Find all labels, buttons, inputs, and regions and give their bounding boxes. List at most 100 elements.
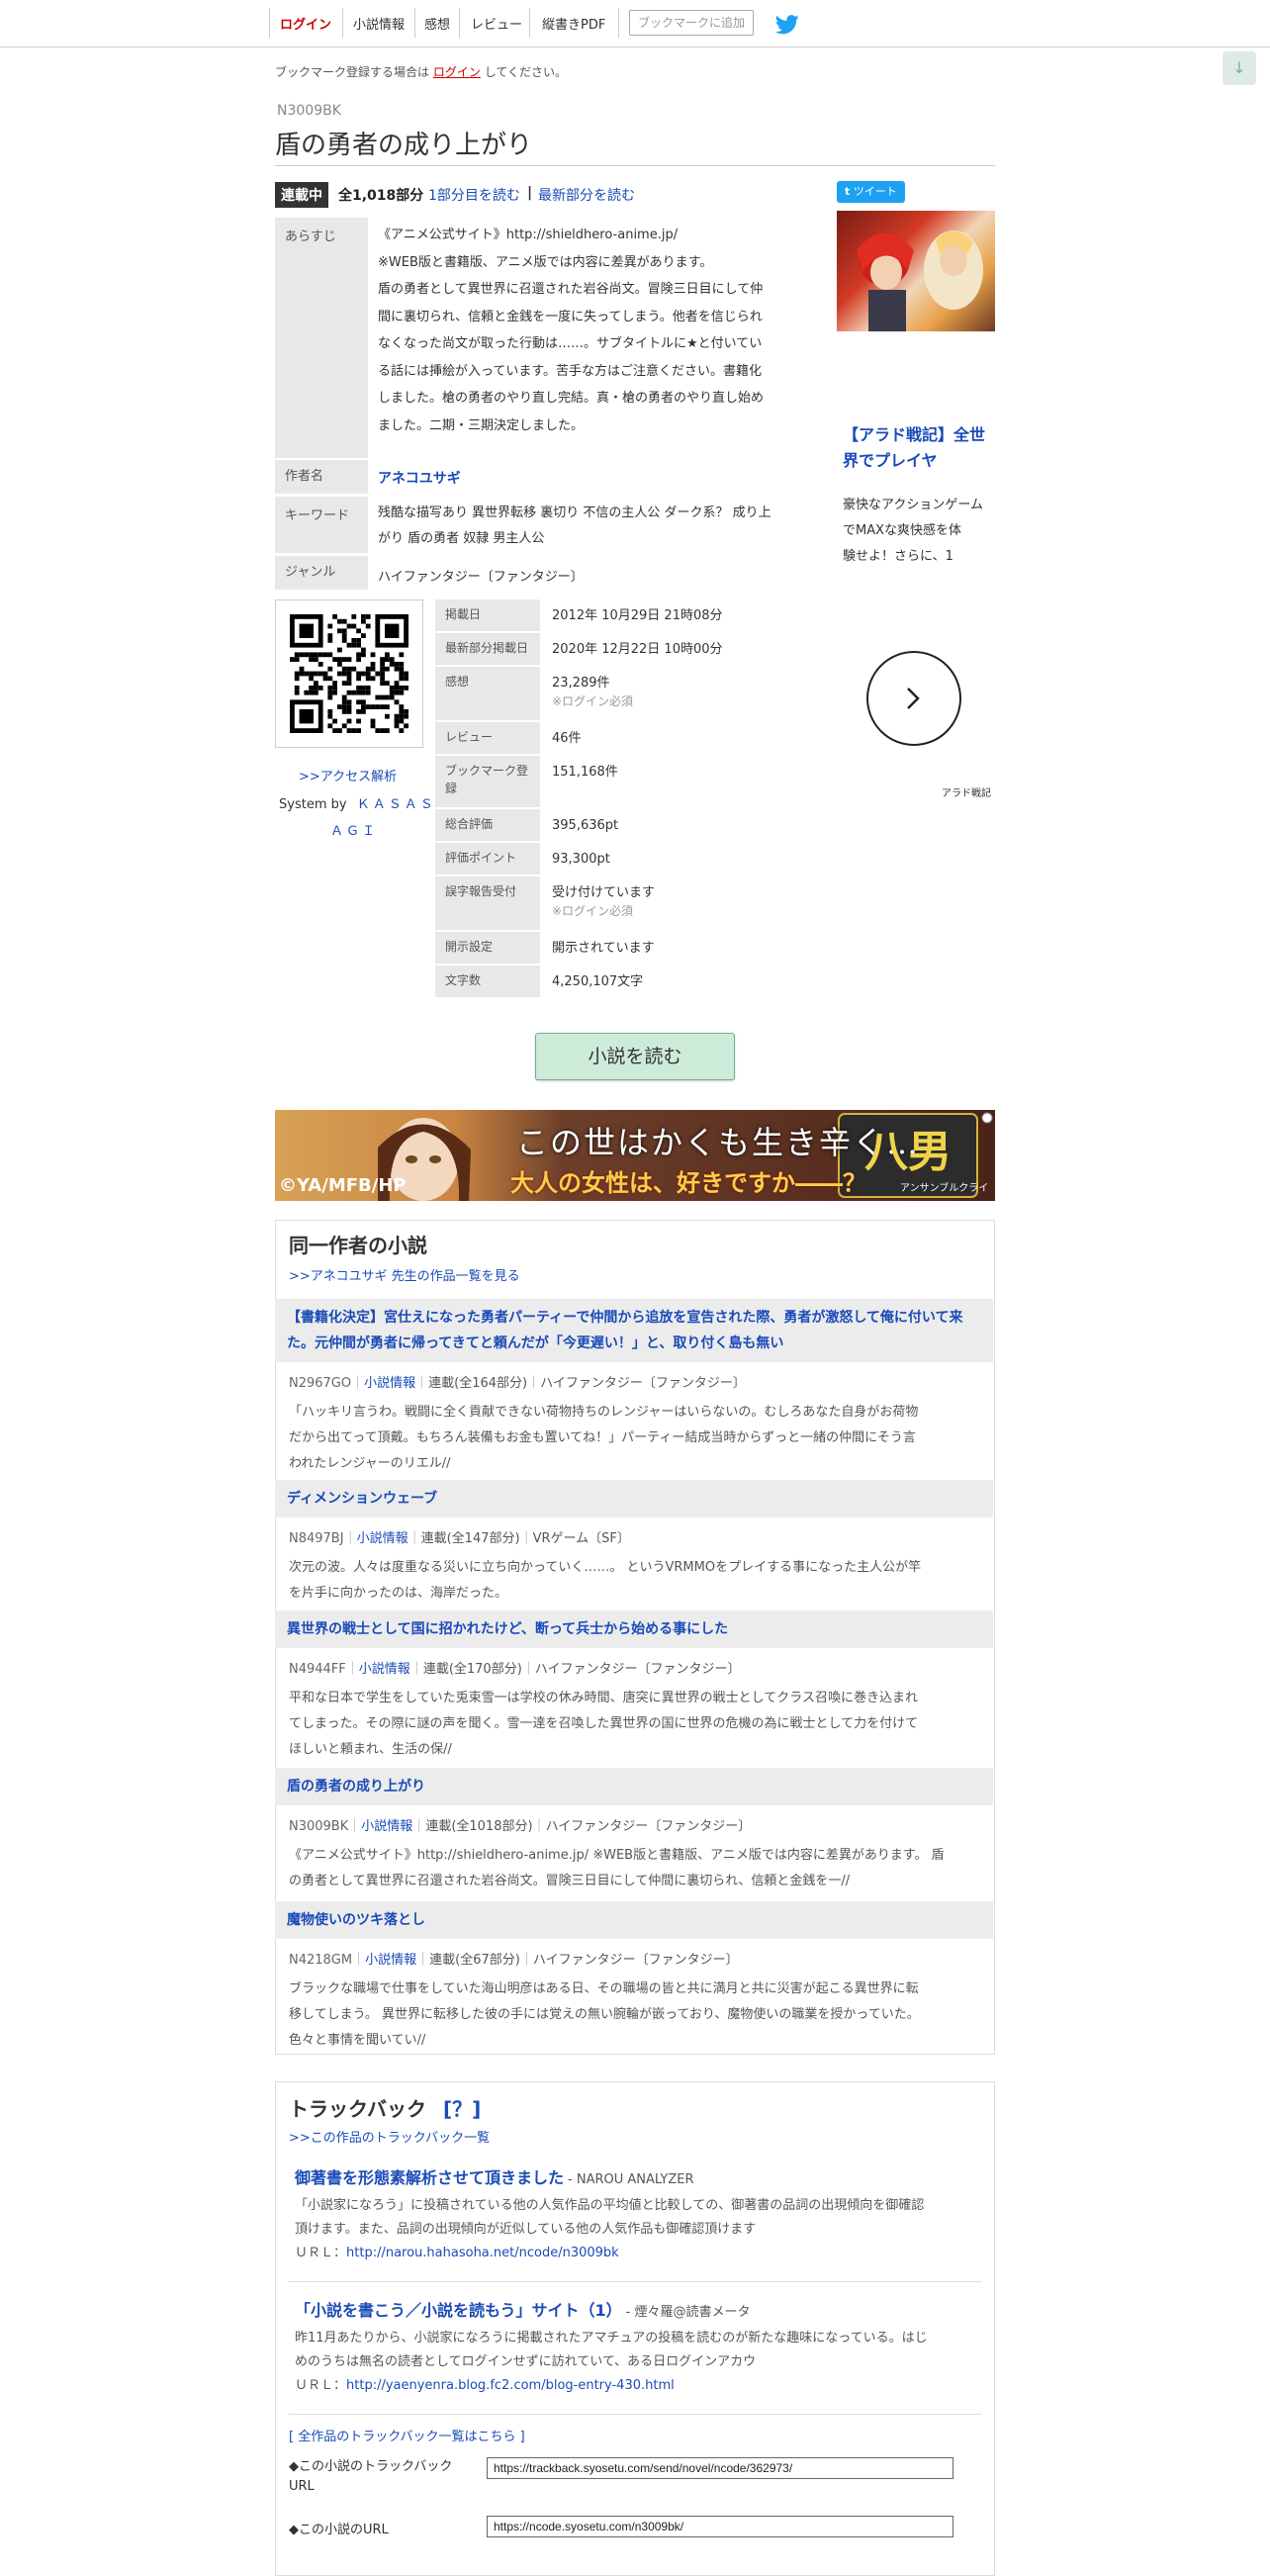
author-novel-title[interactable]: 魔物使いのツキ落とし <box>275 1901 993 1939</box>
author-label: 作者名 <box>275 460 368 494</box>
read-latest-link[interactable]: 最新部分を読む <box>538 185 635 205</box>
meta-separator: ｜ <box>416 1953 430 1968</box>
synopsis-line: 間に裏切られ、信頼と金銭を一度に失ってしまう。他者を信じられ <box>378 309 763 324</box>
top-nav: ログイン 小説情報 感想 レビュー 縦書きPDF ブックマークに追加 <box>0 0 1270 47</box>
trackback-source: - NAROU ANALYZER <box>568 2172 694 2187</box>
novel-info-link[interactable]: 小説情報 <box>364 1376 415 1391</box>
novel-code: N8497BJ <box>289 1531 344 1546</box>
link-separator: | <box>527 185 533 201</box>
novel-info-link[interactable]: 小説情報 <box>365 1953 416 1968</box>
author-link[interactable]: アネコユサギ <box>378 468 461 488</box>
same-author-heading: 同一作者の小説 <box>289 1234 427 1257</box>
novel-desc-line: 平和な日本で学生をしていた兎束雪一は学校の休み時間、唐突に異世界の戦士としてクラ… <box>289 1691 918 1705</box>
read-first-link[interactable]: 1部分目を読む <box>428 185 520 205</box>
novel-title-line: ディメンションウェーブ <box>287 1491 438 1507</box>
scroll-arrow-icon[interactable]: ↓ <box>1223 51 1256 85</box>
trackback-entry-title: 御著書を形態素解析させて頂きました - NAROU ANALYZER <box>295 2164 694 2188</box>
novel-info-link[interactable]: 小説情報 <box>361 1819 412 1834</box>
author-novel-title[interactable]: 盾の勇者の成り上がり <box>275 1768 993 1805</box>
twitter-icon[interactable] <box>775 15 799 35</box>
trackback-entry-title: 「小説を書こう／小説を読もう」サイト（1） - 煙々羅@読書メータ <box>295 2297 750 2321</box>
ad-title-link[interactable]: 【アラド戦記】全世界でプレイヤ <box>843 422 991 474</box>
novel-info-link[interactable]: 小説情報 <box>357 1531 408 1546</box>
qr-code-icon <box>290 614 408 733</box>
nav-novel-info[interactable]: 小説情報 <box>353 14 405 33</box>
ad-desc-line: でMAXな爽快感を体 <box>843 523 962 538</box>
stat-label: 最新部分掲載日 <box>435 633 540 665</box>
novel-url-label: ◆この小説のURL <box>289 2523 389 2537</box>
trackback-desc-line: めのうちは無名の読者としてログインせずに訪れていて、ある日ログインアカウ <box>295 2354 757 2369</box>
title-divider <box>275 165 995 166</box>
trackback-url-link[interactable]: http://yaenyenra.blog.fc2.com/blog-entry… <box>346 2378 675 2393</box>
author-novel-description: 「ハッキリ言うわ。戦闘に全く貢献できない荷物持ちのレンジャーはいらないの。むしろ… <box>289 1400 971 1477</box>
trackback-url-link[interactable]: http://narou.hahasoha.net/ncode/n3009bk <box>346 2246 619 2260</box>
notice-login-link[interactable]: ログイン <box>433 65 481 79</box>
novel-desc-line: ブラックな職場で仕事をしていた海山明彦はある日、その職場の皆と共に満月と共に災害… <box>289 1981 919 1996</box>
ad-source: アラド戦記 <box>942 788 991 799</box>
author-works-link[interactable]: >>アネコユサギ 先生の作品一覧を見る <box>289 1265 520 1284</box>
trackback-title: トラックバック <box>289 2097 426 2121</box>
author-novel-title[interactable]: 異世界の戦士として国に招かれたけど、断って兵士から始める事にした <box>275 1610 993 1648</box>
kasasagi-link[interactable]: ＫＡＳＡＳ <box>357 797 436 812</box>
banner-logo-sub: アンサンブルクライ <box>900 1183 989 1194</box>
novel-desc-line: 「ハッキリ言うわ。戦闘に全く貢献できない荷物持ちのレンジャーはいらないの。むしろ… <box>289 1405 919 1420</box>
banner-copyright: ©YA/MFB/HP <box>279 1175 407 1196</box>
banner-logo: 八男 <box>864 1127 952 1177</box>
trackback-title-link[interactable]: 御著書を形態素解析させて頂きました <box>295 2168 564 2187</box>
ad-game-image[interactable] <box>837 211 995 331</box>
keywords-line: がり 盾の勇者 奴隷 男主人公 <box>378 531 545 546</box>
author-novel-meta: N2967GO｜小説情報｜連載(全164部分)｜ハイファンタジー〔ファンタジー〕 <box>289 1372 746 1391</box>
meta-separator: ｜ <box>351 1376 365 1391</box>
nav-impressions[interactable]: 感想 <box>424 14 450 33</box>
novel-desc-line: てしまった。その際に謎の声を聞く。雪一達を召喚した異世界の国に世界の危機の為に戦… <box>289 1716 919 1731</box>
tweet-button[interactable]: t ツイート <box>837 181 905 203</box>
ad-next-button[interactable] <box>866 651 961 746</box>
system-by: System by ＫＡＳＡＳ <box>279 793 436 812</box>
bookmark-add-button[interactable]: ブックマークに追加 <box>629 10 754 36</box>
login-link[interactable]: ログイン <box>280 14 331 33</box>
novel-url-field[interactable] <box>487 2516 953 2537</box>
meta-separator: ｜ <box>527 1376 541 1391</box>
trackback-source: - 煙々羅@読書メータ <box>625 2305 751 2320</box>
novel-title-line: 盾の勇者の成り上がり <box>287 1779 425 1794</box>
stat-value-text: 93,300pt <box>552 852 610 867</box>
nav-divider <box>459 8 460 38</box>
novel-info-link[interactable]: 小説情報 <box>359 1662 410 1677</box>
meta-separator: ｜ <box>415 1376 429 1391</box>
trackback-desc-line: 昨11月あたりから、小説家になろうに掲載されたアマチュアの投稿を読むのが新たな趣… <box>295 2331 928 2346</box>
meta-separator: ｜ <box>521 1662 535 1677</box>
meta-separator: ｜ <box>343 1531 357 1546</box>
author-novel-title[interactable]: ディメンションウェーブ <box>275 1480 993 1518</box>
tweet-label: ツイート <box>853 185 897 198</box>
notice-suffix: してください。 <box>484 65 567 79</box>
nav-pdf[interactable]: 縦書きPDF <box>542 14 605 33</box>
access-analysis-link[interactable]: >>アクセス解析 <box>299 766 397 784</box>
trackback-url-row: ＵＲＬ：http://narou.hahasoha.net/ncode/n300… <box>295 2242 977 2265</box>
stat-label: 開示設定 <box>435 932 540 964</box>
trackback-title-link[interactable]: 「小説を書こう／小説を読もう」サイト（1） <box>295 2301 622 2320</box>
ad-banner[interactable]: この世はかくも生き辛く… 大人の女性は、好きですか――？ ©YA/MFB/HP … <box>275 1110 995 1201</box>
trackback-url-label: ＵＲＬ： <box>295 2378 347 2393</box>
author-novel-title[interactable]: 【書籍化決定】宮仕えになった勇者パーティーで仲間から追放を宣告された際、勇者が激… <box>275 1299 993 1362</box>
nav-divider <box>342 8 343 38</box>
stat-value: 2012年 10月29日 21時08分 <box>552 607 723 625</box>
parts-count: 全1,018部分 <box>338 188 424 204</box>
meta-separator: ｜ <box>519 1531 533 1546</box>
synopsis-text: 《アニメ公式サイト》http://shieldhero-anime.jp/ ※W… <box>378 222 813 439</box>
read-novel-button[interactable]: 小説を読む <box>535 1033 735 1080</box>
nav-review[interactable]: レビュー <box>471 14 522 33</box>
novel-code: N2967GO <box>289 1376 352 1391</box>
meta-separator: ｜ <box>352 1953 366 1968</box>
all-trackback-link[interactable]: [ 全作品のトラックバック一覧はこちら ] <box>289 2426 525 2444</box>
kasasagi-link-cont[interactable]: ＡＧＩ <box>330 820 378 839</box>
novel-status: 連載(全1018部分) <box>425 1819 533 1834</box>
trackback-help-link[interactable]: [？] <box>443 2097 481 2121</box>
trackback-url-field[interactable] <box>487 2457 953 2479</box>
novel-code: N4944FF <box>289 1662 346 1677</box>
meta-separator: ｜ <box>408 1531 421 1546</box>
novel-title-line: た。元仲間が勇者に帰ってきてと頼んだが「今更遅い！」と、取り付く島も無い <box>287 1335 784 1351</box>
trackback-list-link[interactable]: >>この作品のトラックバック一覧 <box>289 2127 490 2146</box>
novel-genre: ハイファンタジー〔ファンタジー〕 <box>532 1953 739 1968</box>
novel-ncode: N3009BK <box>277 103 341 119</box>
novel-status: 連載(全67部分) <box>429 1953 520 1968</box>
